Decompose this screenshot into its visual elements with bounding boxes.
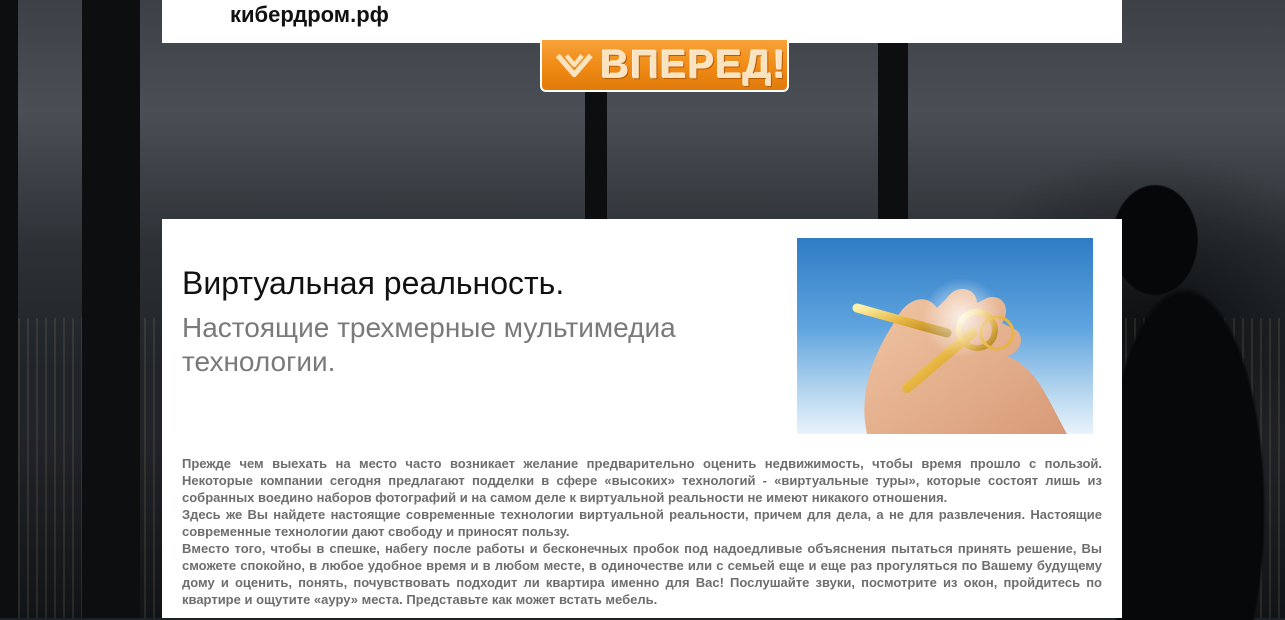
- go-forward-label: ВПЕРЕД!: [600, 42, 787, 87]
- page-subtitle: Настоящие трехмерные мультимедиа техноло…: [182, 312, 676, 377]
- go-forward-button[interactable]: ВПЕРЕД!: [540, 40, 789, 92]
- window-frame: [82, 0, 140, 618]
- paragraph: Вместо того, чтобы в спешке, набегу посл…: [182, 541, 1102, 607]
- header-bar: кибердром.рф: [162, 0, 1122, 43]
- hand-with-keys-photo: [797, 238, 1093, 434]
- content-card: Виртуальная реальность. Настоящие трехме…: [162, 219, 1122, 618]
- body-text: Прежде чем выехать на место часто возник…: [182, 455, 1102, 608]
- window-frame: [0, 0, 18, 618]
- paragraph: Прежде чем выехать на место часто возник…: [182, 456, 1102, 505]
- page-title: Виртуальная реальность.: [182, 265, 565, 301]
- site-name-link[interactable]: кибердром.рф: [230, 2, 389, 28]
- chevron-down-icon: [556, 53, 593, 78]
- paragraph: Здесь же Вы найдете настоящие современны…: [182, 507, 1102, 539]
